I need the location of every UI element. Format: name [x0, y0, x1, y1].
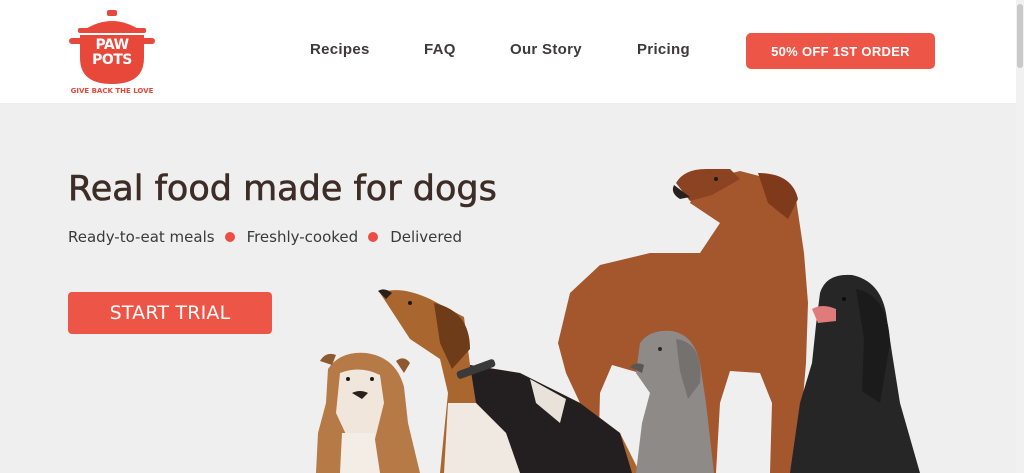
feature-list: Ready-to-eat meals Freshly-cooked Delive…: [68, 227, 462, 247]
bulldog-dog: [316, 352, 420, 473]
nav-recipes[interactable]: Recipes: [310, 41, 370, 58]
discount-cta-button[interactable]: 50% OFF 1ST ORDER: [746, 33, 935, 69]
scrollbar-thumb[interactable]: [1017, 4, 1023, 68]
hero-section: Real food made for dogs Ready-to-eat mea…: [0, 103, 1016, 473]
feature-ready-to-eat: Ready-to-eat meals: [68, 228, 215, 246]
bullet-dot-icon: [368, 232, 379, 242]
nav-faq[interactable]: FAQ: [424, 41, 456, 58]
feature-delivered: Delivered: [390, 228, 462, 246]
site-header: PAW POTS GIVE BACK THE LOVE Recipes FAQ …: [0, 0, 1024, 103]
logo-tagline: GIVE BACK THE LOVE: [70, 87, 154, 95]
vertical-scrollbar[interactable]: [1016, 0, 1024, 473]
start-trial-button[interactable]: START TRIAL: [68, 292, 272, 334]
nav-pricing[interactable]: Pricing: [637, 41, 690, 58]
cocker-spaniel-dog: [790, 274, 920, 473]
bullet-dot-icon: [224, 232, 235, 242]
feature-freshly-cooked: Freshly-cooked: [246, 228, 359, 246]
dogs-hero-image: [316, 169, 920, 473]
nav-our-story[interactable]: Our Story: [510, 41, 582, 58]
hero-title: Real food made for dogs: [68, 169, 497, 210]
